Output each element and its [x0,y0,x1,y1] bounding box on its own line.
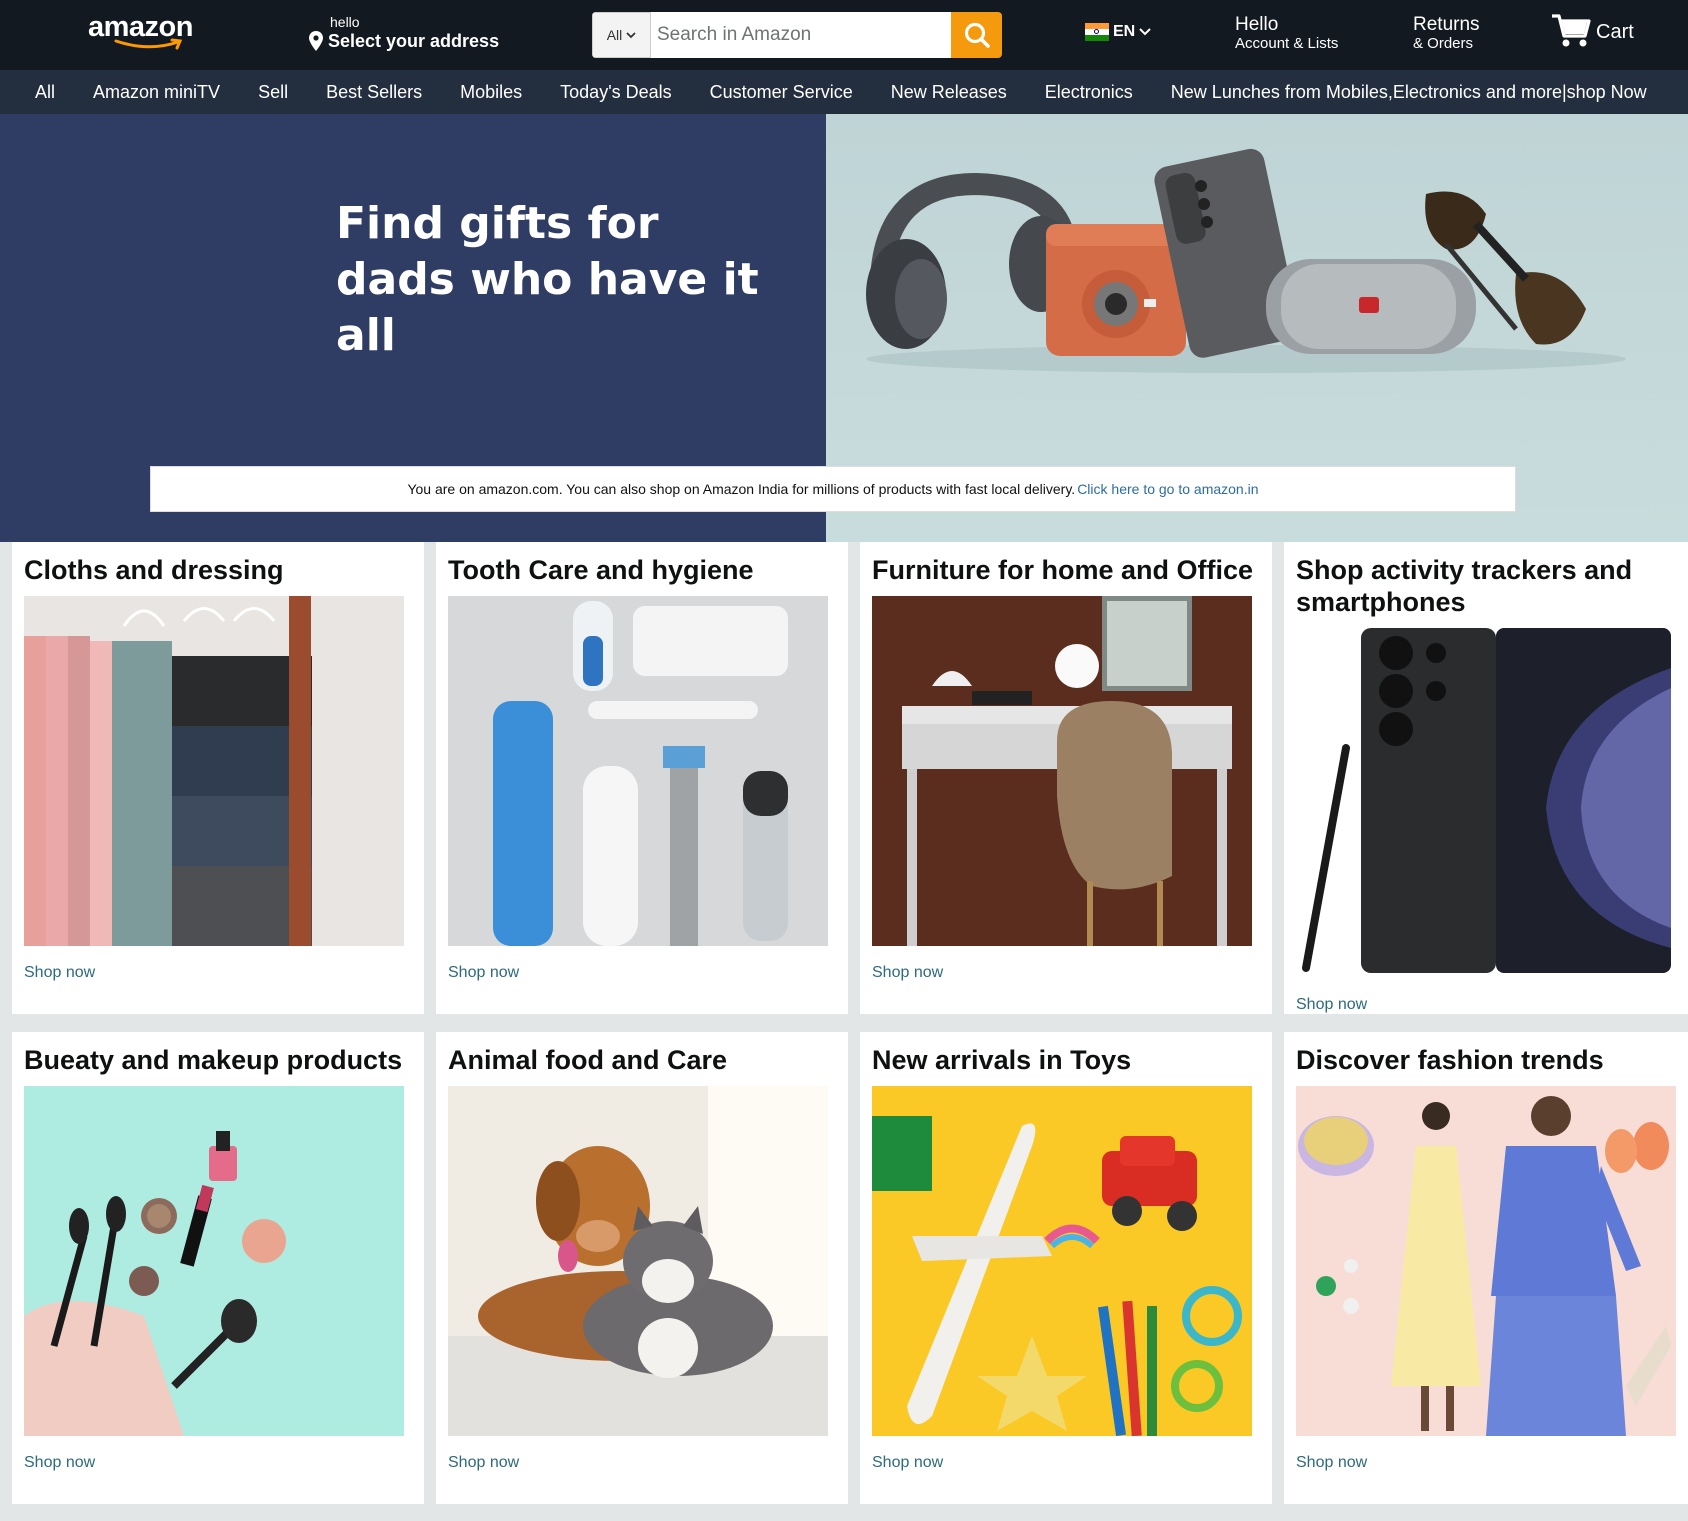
subnav-amazon-minitv[interactable]: Amazon miniTV [93,70,220,114]
chevron-down-icon [1139,28,1151,36]
amazon-india-link[interactable]: Click here to go to amazon.in [1077,481,1258,497]
sub-nav: All Amazon miniTV Sell Best Sellers Mobi… [0,70,1688,114]
category-card-cloths: Cloths and dressing Shop now [12,542,424,1014]
category-card-fashion: Discover fashion trends Shop now [1284,1032,1688,1504]
clothes-hanger-image [24,596,404,946]
account-hello: Hello [1235,14,1279,35]
cart-icon [1552,14,1591,47]
account-lists[interactable]: Hello Account & Lists [1235,15,1338,53]
samsung-phone-image [1296,628,1676,978]
shop-now-link[interactable]: Shop now [1296,996,1367,1014]
hero-title-line1: Find gifts for [336,198,659,249]
language-selector[interactable]: EN [1085,23,1151,41]
logo-smile-icon [114,38,183,50]
office-furniture-image [872,596,1252,946]
address-hello: hello [330,14,360,30]
hero-title: Find gifts for dads who have it all [336,196,826,364]
toys-image [872,1086,1252,1436]
subnav-mobiles[interactable]: Mobiles [460,70,522,114]
card-image-tooth-care[interactable] [448,596,828,946]
shop-now-link[interactable]: Shop now [24,1454,95,1472]
category-card-tooth-care: Tooth Care and hygiene Shop now [436,542,848,1014]
shop-now-link[interactable]: Shop now [448,1454,519,1472]
location-pin-icon [309,31,323,51]
card-title: Animal food and Care [448,1045,728,1075]
shop-now-link[interactable]: Shop now [872,1454,943,1472]
category-card-animal-care: Animal food and Care Shop now [436,1032,848,1504]
shop-now-link[interactable]: Shop now [448,964,519,982]
card-title: Bueaty and makeup products [24,1045,403,1075]
hygiene-products-image [448,596,828,946]
chevron-down-icon [626,32,636,39]
card-title: New arrivals in Toys [872,1045,1132,1075]
india-flag-icon [1085,23,1109,41]
category-card-beauty: Bueaty and makeup products Shop now [12,1032,424,1504]
card-title: Discover fashion trends [1296,1045,1604,1075]
search-bar: All [592,12,1002,58]
subnav-new-launches-promo[interactable]: New Lunches from Mobiles,Electronics and… [1171,70,1647,114]
orders-label: & Orders [1413,35,1474,52]
shop-now-link[interactable]: Shop now [872,964,943,982]
address-selector[interactable]: hello Select your address [308,14,499,52]
top-nav: amazon hello Select your address All Sea… [0,0,1688,70]
subnav-all[interactable]: All [35,70,55,114]
search-input[interactable] [651,12,951,58]
category-card-furniture: Furniture for home and Office Shop now [860,542,1272,1014]
shop-now-link[interactable]: Shop now [1296,1454,1367,1472]
subnav-electronics[interactable]: Electronics [1045,70,1133,114]
shop-now-link[interactable]: Shop now [24,964,95,982]
notice-text: You are on amazon.com. You can also shop… [407,481,1076,497]
search-button[interactable] [951,12,1002,58]
dog-and-cat-image [448,1086,828,1436]
category-card-toys: New arrivals in Toys Shop now [860,1032,1272,1504]
account-lists-label: Account & Lists [1235,35,1339,52]
card-image-smartphones[interactable] [1296,628,1676,978]
hero-title-line2: dads who have it all [336,254,759,361]
card-image-animal-care[interactable] [448,1086,828,1436]
cart-label: Cart [1596,21,1634,43]
search-category-dropdown[interactable]: All [592,12,651,58]
address-select-label: Select your address [328,31,500,51]
search-icon [964,22,990,48]
card-image-beauty[interactable] [24,1086,404,1436]
card-image-cloths[interactable] [24,596,404,946]
cart-button[interactable]: Cart [1550,12,1634,50]
card-title: Furniture for home and Office [872,555,1254,585]
card-image-toys[interactable] [872,1086,1252,1436]
category-card-trackers-smartphones: Shop activity trackers and smartphones S… [1284,542,1688,1014]
card-title: Tooth Care and hygiene [448,555,754,585]
returns-orders[interactable]: Returns & Orders [1413,15,1480,53]
search-category-label: All [606,27,623,43]
subnav-new-releases[interactable]: New Releases [891,70,1007,114]
hero-banner[interactable]: Find gifts for dads who have it all You … [0,114,1688,542]
subnav-customer-service[interactable]: Customer Service [710,70,853,114]
card-image-furniture[interactable] [872,596,1252,946]
card-title: Shop activity trackers and smartphones [1296,555,1633,617]
fashion-image [1296,1086,1676,1436]
language-label: EN [1113,23,1136,40]
subnav-todays-deals[interactable]: Today's Deals [560,70,672,114]
amazon-india-notice: You are on amazon.com. You can also shop… [150,466,1516,512]
card-image-fashion[interactable] [1296,1086,1676,1436]
subnav-sell[interactable]: Sell [258,70,288,114]
card-title: Cloths and dressing [24,555,284,585]
amazon-logo[interactable]: amazon [88,12,210,52]
returns-label: Returns [1413,14,1480,35]
subnav-best-sellers[interactable]: Best Sellers [326,70,422,114]
makeup-image [24,1086,404,1436]
